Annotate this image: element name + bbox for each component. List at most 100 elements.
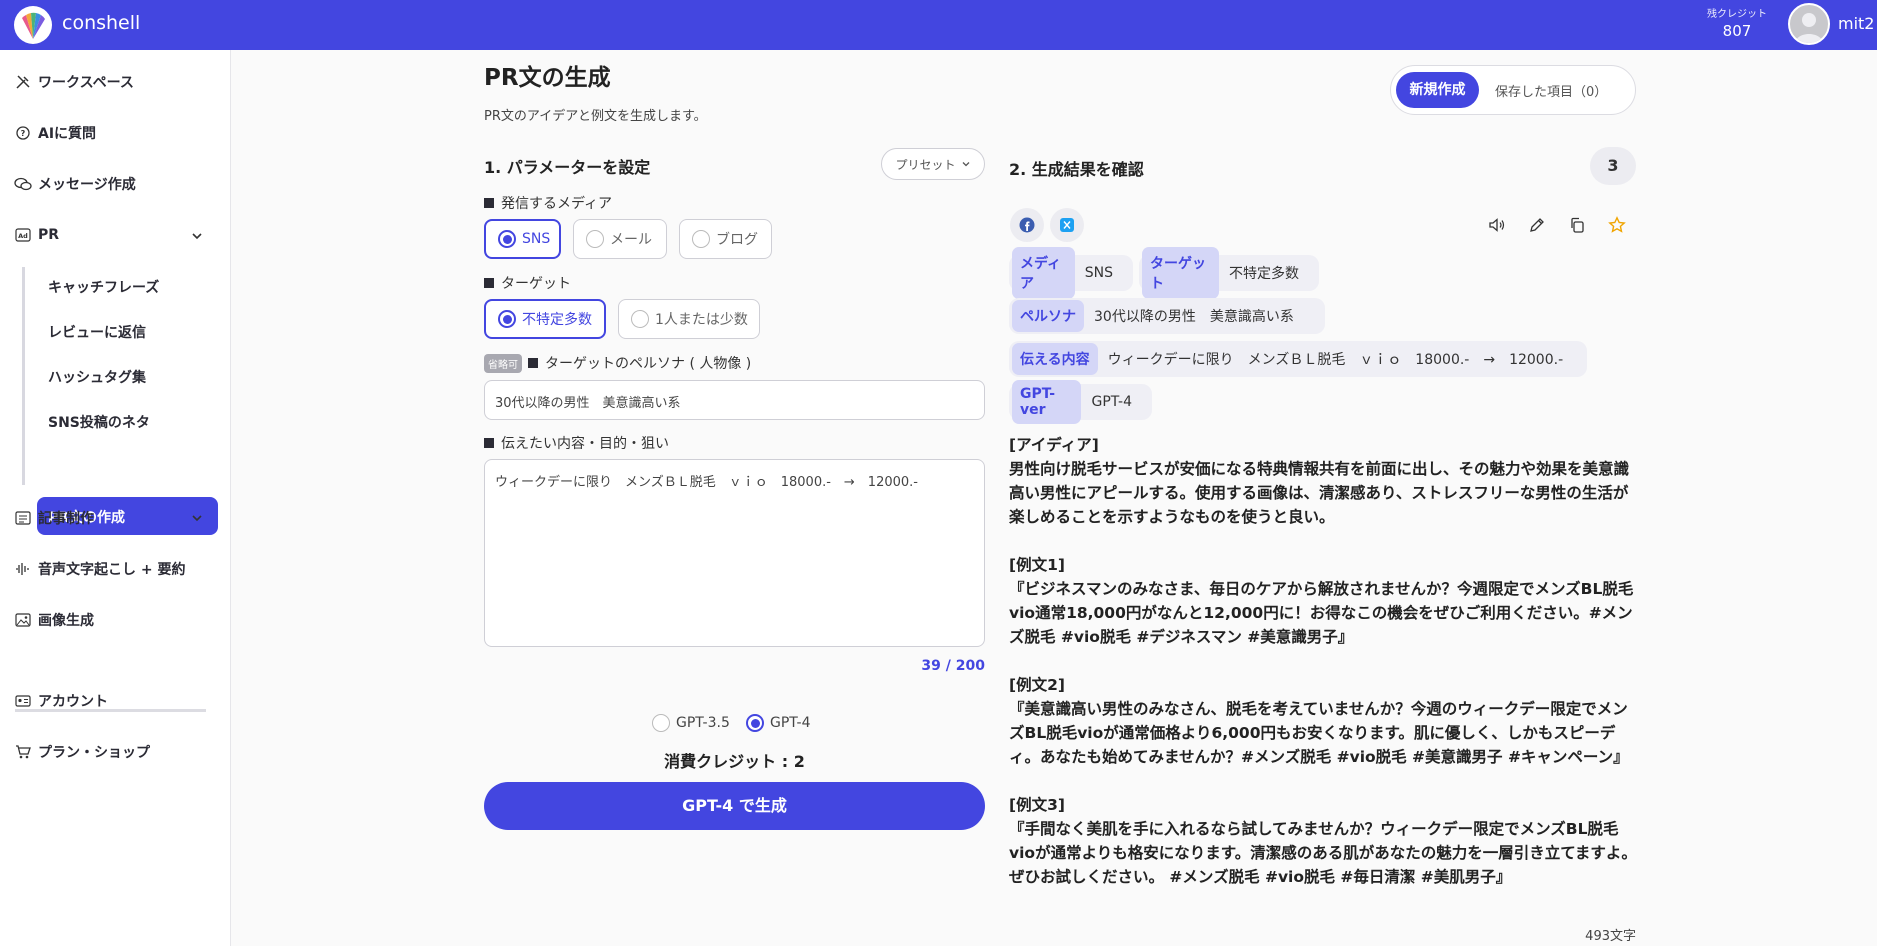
avatar[interactable] [1788,3,1830,45]
example1-text: 『ビジネスマンのみなさま、毎日のケアから解放されませんか？今週限定でメンズBL脱… [1009,580,1634,646]
persona-input[interactable]: 30代以降の男性 美意識高い系 [484,380,985,420]
generate-button[interactable]: GPT-4 で生成 [484,782,985,830]
ad-icon: Ad [14,226,32,244]
square-bullet-icon [484,278,494,288]
facebook-icon [1019,217,1035,233]
brand-name[interactable]: conshell [62,12,140,34]
radio-empty-icon [692,230,710,248]
preset-button[interactable]: プリセット [881,148,985,180]
idea-text: 男性向け脱毛サービスが安価になる特典情報共有を前面に出し、その魅力や効果を美意識… [1009,460,1630,526]
square-bullet-icon [484,438,494,448]
sidebar-item-label: 音声文字起こし + 要約 [38,562,186,578]
sidebar-item-plan-shop[interactable]: プラン・ショップ [14,742,150,762]
sidebar-item-article[interactable]: 記事制作 [14,508,94,528]
tab-new[interactable]: 新規作成 [1396,72,1479,108]
radio-selected-icon [498,230,516,248]
chevron-down-icon [962,162,969,167]
chip-value: SNS [1084,265,1113,281]
media-option-sns[interactable]: SNS [484,219,561,259]
target-option-few[interactable]: 1人または少数 [618,299,760,339]
sidebar-item-label: メッセージ作成 [38,177,136,193]
username[interactable]: mit2 [1838,14,1874,33]
chip-value: 30代以降の男性 美意識高い系 [1094,309,1294,325]
chip-key: ペルソナ [1012,300,1084,332]
sidebar-sub-review-reply[interactable]: レビューに返信 [48,322,146,342]
facebook-share-button[interactable] [1010,208,1044,242]
sidebar-item-label: アカウント [38,694,108,710]
sidebar-sub-catchphrase[interactable]: キャッチフレーズ [48,277,159,297]
sidebar-item-label: PR [38,227,60,243]
target-option-general[interactable]: 不特定多数 [484,299,606,339]
star-icon[interactable] [1608,216,1626,234]
media-option-label: メール [610,232,652,248]
chevron-down-icon[interactable] [190,229,204,243]
chip-value: ウィークデーに限り メンズＢＬ脱毛 ｖｉｏ 18000.- → 12000.- [1107,352,1564,368]
chip-value: 不特定多数 [1229,266,1299,282]
chip-gpt-version: GPT-ver GPT-4 [1009,380,1152,424]
logo-icon[interactable] [14,6,52,44]
speaker-icon[interactable] [1488,216,1506,234]
tools-icon [14,73,32,91]
result-text: [アイディア] 男性向け脱毛サービスが安価になる特典情報共有を前面に出し、その魅… [1009,433,1637,889]
copy-icon[interactable] [1568,216,1586,234]
sidebar-item-label: ワークスペース [38,75,134,91]
example2-heading: [例文2] [1009,676,1065,694]
media-option-blog[interactable]: ブログ [679,219,772,259]
example1-heading: [例文1] [1009,556,1065,574]
page-title: PR文の生成 [484,65,611,91]
content-textarea[interactable]: ウィークデーに限り メンズＢＬ脱毛 ｖｉｏ 18000.- → 12000.- [484,459,985,647]
target-option-label: 不特定多数 [522,312,592,328]
example3-heading: [例文3] [1009,796,1065,814]
example3-text: 『手間なく美肌を手に入れるなら試してみませんか？ウィークデー限定でメンズBL脱毛… [1009,820,1637,886]
sidebar-item-transcribe[interactable]: 音声文字起こし + 要約 [14,559,185,579]
content-label: 伝えたい内容・目的・狙い [484,433,669,453]
media-option-label: SNS [522,231,551,247]
svg-text:?: ? [21,129,26,138]
media-option-label: ブログ [716,232,758,248]
chat-question-icon: ? [14,124,32,142]
result-count-badge: 3 [1590,147,1636,185]
radio-empty-icon [652,714,670,732]
sidebar-item-workspace[interactable]: ワークスペース [14,72,134,92]
chip-persona: ペルソナ 30代以降の男性 美意識高い系 [1009,298,1325,334]
chip-key: ターゲット [1142,247,1219,299]
sidebar-sub-sns-ideas[interactable]: SNS投稿のネタ [48,412,150,432]
chip-key: 伝える内容 [1012,343,1098,375]
optional-badge: 省略可 [484,353,522,373]
square-bullet-icon [528,358,538,368]
cart-icon [14,743,32,761]
sidebar-item-pr[interactable]: Ad PR [14,226,59,244]
page-subtitle: PR文のアイデアと例文を生成します。 [484,109,707,124]
persona-label-text: ターゲットのペルソナ ( 人物像 ) [545,356,752,372]
content-label-text: 伝えたい内容・目的・狙い [501,436,669,452]
model-option-gpt35[interactable]: GPT-3.5 [652,714,730,732]
tab-saved[interactable]: 保存した項目（0） [1495,81,1607,100]
preset-label: プリセット [895,157,956,172]
article-icon [14,509,32,527]
media-label: 発信するメディア [484,193,612,213]
radio-empty-icon [586,230,604,248]
chip-value: GPT-4 [1091,394,1132,410]
credit-value: 807 [1722,22,1752,40]
model-option-label: GPT-4 [770,715,811,731]
chip-key: GPT-ver [1012,380,1082,424]
radio-selected-icon [746,714,764,732]
image-icon [14,611,32,629]
chip-key: メディア [1012,247,1075,299]
model-option-label: GPT-3.5 [676,715,730,731]
target-label: ターゲット [484,273,571,293]
sidebar-sub-hashtags[interactable]: ハッシュタグ集 [48,367,146,387]
radio-empty-icon [631,310,649,328]
chevron-down-icon[interactable] [190,511,204,525]
params-section-title: 1. パラメーターを設定 [484,158,651,177]
media-option-mail[interactable]: メール [573,219,667,259]
x-share-button[interactable] [1050,208,1084,242]
sidebar-item-ai-question[interactable]: ? AIに質問 [14,123,96,143]
edit-icon[interactable] [1528,216,1546,234]
model-option-gpt4[interactable]: GPT-4 [746,714,811,732]
sidebar-item-image[interactable]: 画像生成 [14,610,94,630]
sidebar-item-account[interactable]: アカウント [14,691,108,711]
svg-text:Ad: Ad [18,232,28,240]
sidebar-item-message[interactable]: メッセージ作成 [14,174,136,194]
chip-target: ターゲット 不特定多数 [1139,247,1319,299]
